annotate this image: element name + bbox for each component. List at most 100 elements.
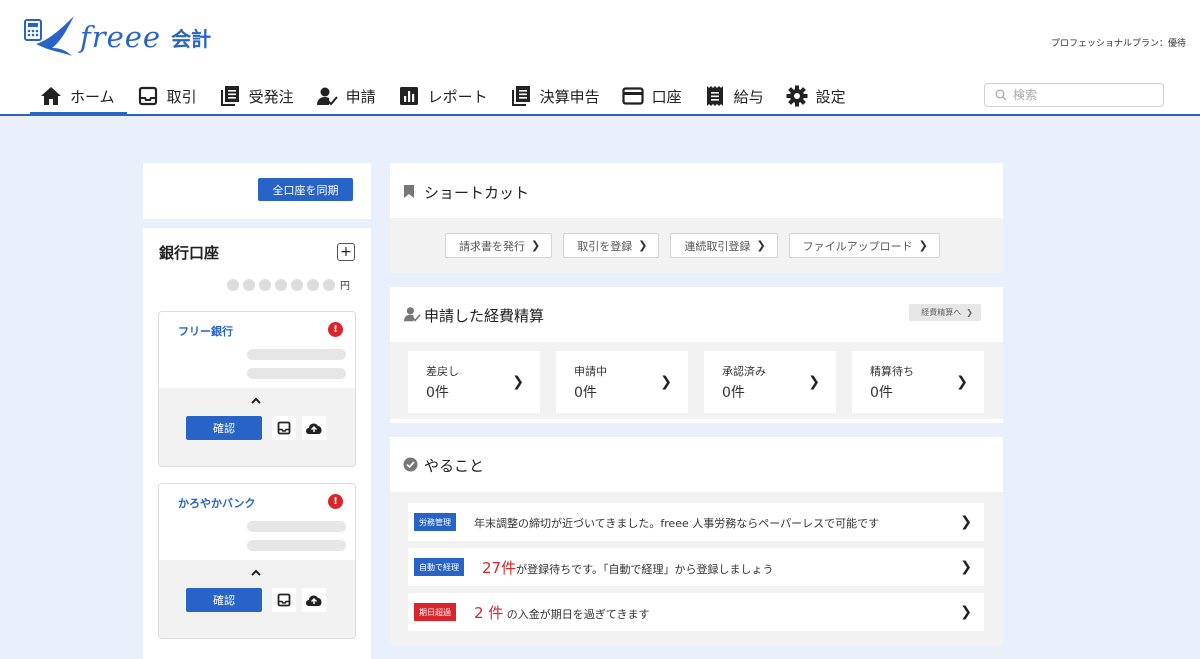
upload-button[interactable]: [302, 588, 326, 612]
person-check-icon: [403, 306, 421, 322]
document-icon: [219, 85, 241, 107]
nav-label: 取引: [166, 87, 197, 106]
shortcut-buttons: 請求書を発行 ❯ 取引を登録 ❯ 連続取引登録 ❯ ファイルアップロード ❯: [390, 218, 1003, 273]
alert-icon[interactable]: !: [328, 322, 343, 337]
stat-label: 精算待ち: [870, 365, 914, 378]
search-box[interactable]: [984, 83, 1164, 107]
currency-unit: 円: [340, 281, 350, 292]
chevron-right-icon: ❯: [960, 514, 972, 530]
nav-accounts[interactable]: 口座: [612, 78, 694, 114]
shortcut-register-transaction[interactable]: 取引を登録 ❯: [563, 233, 660, 258]
stat-pending[interactable]: 申請中 0件 ❯: [556, 351, 688, 413]
nav-label: 申請: [345, 87, 376, 106]
stat-value: 0件: [722, 385, 745, 401]
upload-button[interactable]: [302, 416, 326, 440]
shortcut-issue-invoice[interactable]: 請求書を発行 ❯: [445, 233, 553, 258]
inbox-button[interactable]: [272, 588, 296, 612]
todo-message: 年末調整の締切が近づいてきました。freee 人事労務ならペーパーレスで可能です: [474, 517, 880, 530]
shortcut-file-upload[interactable]: ファイルアップロード ❯: [788, 233, 940, 258]
loading-placeholder: [247, 521, 346, 532]
stat-approved[interactable]: 承認済み 0件 ❯: [704, 351, 836, 413]
stat-awaiting-payment[interactable]: 精算待ち 0件 ❯: [852, 351, 984, 413]
cloud-upload-icon: [304, 421, 324, 435]
account-actions: 確認: [159, 388, 355, 466]
shortcut-label: ファイルアップロード: [802, 239, 913, 253]
check-circle-icon: [403, 457, 418, 472]
go-to-expenses-link[interactable]: 経費精算へ ❯: [909, 304, 981, 321]
nav-payroll[interactable]: 給与: [694, 78, 776, 114]
todo-item[interactable]: 期日超過 2 件 の入金が期日を過ぎてきます ❯: [408, 593, 984, 631]
confirm-button[interactable]: 確認: [186, 416, 262, 440]
mask-dot: [243, 278, 255, 291]
expense-stats: 差戻し 0件 ❯ 申請中 0件 ❯ 承認済み 0件 ❯ 精算待ち 0件 ❯: [390, 342, 1003, 419]
bank-accounts-card: 銀行口座 + 円 フリー銀行 ! 確認 かろやかバンク ! 確認: [143, 228, 371, 659]
search-input[interactable]: [1013, 88, 1153, 102]
link-label: 経費精算へ: [921, 308, 962, 317]
confirm-button[interactable]: 確認: [186, 588, 262, 612]
nav-label: ホーム: [70, 87, 115, 106]
credit-card-icon: [622, 85, 644, 107]
stat-label: 差戻し: [426, 365, 459, 378]
shortcuts-title: ショートカット: [424, 184, 530, 202]
chevron-up-icon[interactable]: [249, 396, 263, 406]
alert-icon[interactable]: !: [328, 494, 343, 509]
nav-applications[interactable]: 申請: [306, 78, 388, 114]
mask-dot: [227, 278, 239, 291]
bar-chart-icon: [398, 85, 420, 107]
account-card: かろやかバンク ! 確認: [158, 483, 356, 639]
freee-logo[interactable]: freee 会計: [22, 14, 211, 60]
nav-home[interactable]: ホーム: [30, 78, 127, 115]
stat-returned[interactable]: 差戻し 0件 ❯: [408, 351, 540, 413]
nav-closing[interactable]: 決算申告: [500, 78, 612, 114]
chevron-right-icon: ❯: [808, 374, 820, 390]
nav-label: 給与: [733, 87, 764, 106]
mask-dot: [291, 278, 303, 291]
account-actions: 確認: [159, 560, 355, 638]
account-card: フリー銀行 ! 確認: [158, 311, 356, 467]
stat-label: 申請中: [574, 365, 607, 378]
mask-dot: [307, 278, 319, 291]
add-account-button[interactable]: +: [337, 243, 355, 261]
chevron-up-icon[interactable]: [249, 568, 263, 578]
nav-reports[interactable]: レポート: [388, 78, 500, 114]
mask-dot: [275, 278, 287, 291]
shortcut-label: 請求書を発行: [459, 239, 525, 253]
mask-dot: [259, 278, 271, 291]
shortcut-label: 連続取引登録: [684, 239, 751, 253]
nav-settings[interactable]: 設定: [776, 78, 858, 114]
chevron-right-icon: ❯: [960, 604, 972, 620]
balance-masked: 円: [227, 277, 350, 292]
category-tag: 自動で経理: [414, 558, 464, 576]
todo-text: 2 件 の入金が期日を過ぎてきます: [474, 602, 649, 623]
sync-card: 全口座を同期: [143, 163, 371, 219]
nav-label: レポート: [427, 87, 488, 106]
bank-accounts-title: 銀行口座: [159, 244, 220, 262]
nav-label: 設定: [815, 87, 846, 106]
todo-count: 2 件: [474, 603, 504, 622]
chevron-right-icon: ❯: [531, 239, 541, 252]
todo-item[interactable]: 労務管理 年末調整の締切が近づいてきました。freee 人事労務ならペーパーレス…: [408, 503, 984, 541]
stat-value: 0件: [574, 385, 597, 401]
sync-all-accounts-button[interactable]: 全口座を同期: [258, 178, 353, 201]
search-icon: [995, 89, 1007, 101]
inbox-button[interactable]: [272, 416, 296, 440]
todo-message: が登録待ちです。「自動で経理」から登録しましょう: [516, 562, 774, 576]
nav-transactions[interactable]: 取引: [127, 78, 209, 114]
plus-icon: +: [340, 244, 352, 260]
mask-dot: [323, 278, 335, 291]
account-name[interactable]: フリー銀行: [178, 323, 233, 339]
todo-list: 労務管理 年末調整の締切が近づいてきました。freee 人事労務ならペーパーレス…: [390, 492, 1003, 646]
shortcut-bulk-register[interactable]: 連続取引登録 ❯: [670, 233, 778, 258]
shortcuts-panel: ショートカット 請求書を発行 ❯ 取引を登録 ❯ 連続取引登録 ❯ ファイルアップロー…: [390, 163, 1003, 273]
chevron-right-icon: ❯: [660, 374, 672, 390]
category-tag: 労務管理: [414, 513, 456, 531]
account-name[interactable]: かろやかバンク: [178, 495, 256, 511]
nav-orders[interactable]: 受発注: [209, 78, 306, 114]
inbox-icon: [137, 85, 159, 107]
inbox-icon: [277, 421, 291, 435]
nav-label: 口座: [651, 87, 682, 106]
chevron-right-icon: ❯: [512, 374, 524, 390]
home-icon: [40, 85, 62, 107]
bookmark-icon: [403, 184, 415, 199]
todo-item[interactable]: 自動で経理 27件が登録待ちです。「自動で経理」から登録しましょう ❯: [408, 548, 984, 586]
